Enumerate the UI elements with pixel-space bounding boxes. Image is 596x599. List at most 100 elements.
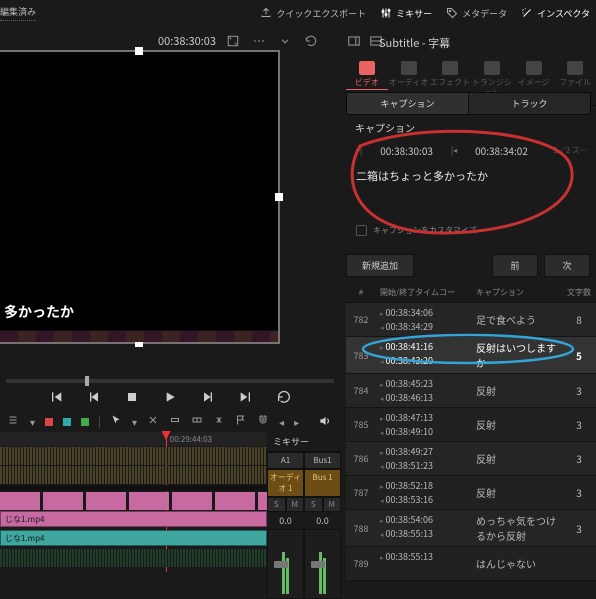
mx-val-1[interactable]: 0.0 — [267, 512, 304, 529]
mx-audio1[interactable]: オーディオ 1 — [267, 469, 304, 497]
mx-mute-2[interactable]: M — [323, 497, 342, 512]
inspector-button[interactable]: インスペクタ — [521, 7, 590, 20]
th-timecode[interactable]: 開始/終了タイムコー — [376, 287, 470, 298]
quick-export-button[interactable]: クイックエクスポート — [260, 7, 366, 20]
prev-button[interactable]: 前 — [492, 254, 538, 277]
audio-track-3[interactable] — [0, 549, 267, 567]
mixer-button[interactable]: ミキサー — [380, 7, 432, 20]
table-row[interactable]: 785▸00:38:47:13◂00:38:49:10反射3 — [346, 408, 596, 442]
table-row[interactable]: 783▸00:38:41:16◂00:38:43:20反射はいつしますか5 — [346, 337, 596, 374]
cell-chars: 3 — [562, 479, 596, 506]
caption-customize-checkbox[interactable] — [356, 225, 367, 236]
audio-track-2[interactable] — [0, 466, 267, 484]
metadata-button[interactable]: メタデータ — [446, 7, 507, 20]
pointer-tool-icon[interactable] — [110, 414, 122, 429]
marker-red-icon[interactable] — [45, 418, 53, 426]
clip-a[interactable]: じな1.mp4 — [0, 511, 267, 527]
cell-timecode: ▸00:38:55:13 — [376, 550, 470, 577]
fader-2[interactable] — [311, 561, 325, 568]
tc-in-arrow-icon[interactable]: ▸| — [356, 145, 362, 156]
th-chars[interactable]: 文字数 — [562, 287, 596, 298]
upload-icon — [260, 7, 272, 19]
th-index[interactable]: # — [346, 287, 376, 298]
tc-out-arrow-icon[interactable]: |◂ — [451, 145, 457, 156]
mx-mute-1[interactable]: M — [286, 497, 305, 512]
section-tab-caption[interactable]: キャプション — [347, 93, 469, 114]
th-caption[interactable]: キャプション — [470, 287, 562, 298]
scrub-handle[interactable] — [85, 376, 89, 386]
chevron-down-icon[interactable]: ▾ — [132, 414, 137, 429]
loop-icon[interactable] — [276, 389, 292, 408]
prev-clip-icon[interactable] — [48, 389, 64, 408]
magnet-icon[interactable] — [257, 414, 269, 429]
table-row[interactable]: 784▸00:38:45:23◂00:38:46:13反射3 — [346, 374, 596, 408]
handle-top[interactable] — [135, 47, 143, 55]
clip-b[interactable]: じな1.mp4 — [0, 530, 267, 546]
table-header: # 開始/終了タイムコー キャプション 文字数 — [346, 283, 596, 303]
chevron-down-icon[interactable] — [277, 33, 293, 49]
step-fwd-icon[interactable] — [200, 389, 216, 408]
marker-green-icon[interactable] — [81, 418, 89, 426]
video-track-1[interactable]: じな1.mp4 — [0, 511, 267, 529]
volume-icon[interactable] — [318, 414, 332, 431]
panel-collapse-icon[interactable] — [346, 33, 362, 49]
timeline-ruler[interactable]: 00:29:44:03 — [0, 432, 267, 446]
mx-solo-2[interactable]: S — [304, 497, 323, 512]
expand-icon[interactable] — [225, 33, 241, 49]
cell-caption: 反射 — [470, 411, 562, 438]
table-row[interactable]: 786▸00:38:49:27◂00:38:51:23反射3 — [346, 442, 596, 476]
timecode-main[interactable]: 00:38:30:03 — [158, 33, 216, 49]
chevron-left-icon[interactable]: ◂ — [279, 414, 284, 429]
mx-val-2[interactable]: 0.0 — [304, 512, 341, 529]
meter-1[interactable] — [267, 529, 304, 599]
scrub-bar[interactable] — [6, 379, 334, 383]
cell-timecode: ▸00:38:41:16◂00:38:43:20 — [376, 340, 470, 370]
audio-track-1[interactable] — [0, 447, 267, 465]
marker-teal-icon[interactable] — [63, 418, 71, 426]
cell-index: 782 — [346, 306, 376, 333]
table-row[interactable]: 787▸00:38:52:18◂00:38:53:16反射3 — [346, 476, 596, 510]
play-icon[interactable] — [162, 389, 178, 408]
video-track-2[interactable]: じな1.mp4 — [0, 530, 267, 548]
dots-icon[interactable] — [251, 33, 267, 49]
next-clip-icon[interactable] — [238, 389, 254, 408]
caption-text-input[interactable]: 二箱はちょっと多かったか — [356, 168, 586, 184]
sliders-icon — [380, 7, 392, 19]
mx-solo-1[interactable]: S — [267, 497, 286, 512]
table-row[interactable]: 789▸00:38:55:13はんじゃない — [346, 547, 596, 581]
caption-tc-row: ▸| 00:38:30:03 |◂ 00:38:34:02 — [356, 143, 528, 158]
cell-chars: 3 — [562, 513, 596, 543]
table-row[interactable]: 782▸00:38:34:06◂00:38:34:29足で食べよう8 — [346, 303, 596, 337]
mx-bus1b[interactable]: Bus 1 — [304, 469, 341, 497]
tc-out-value[interactable]: 00:38:34:02 — [475, 143, 528, 158]
meter-2[interactable] — [304, 529, 341, 599]
blade-tool-icon[interactable] — [147, 414, 159, 429]
link-icon[interactable] — [213, 414, 225, 429]
metadata-label: メタデータ — [462, 7, 507, 20]
cell-chars: 3 — [562, 445, 596, 472]
stop-icon[interactable] — [124, 389, 140, 408]
mx-bus1[interactable]: Bus1 — [304, 452, 341, 469]
subtitle-track[interactable] — [0, 492, 267, 510]
mx-a1[interactable]: A1 — [267, 452, 304, 469]
flag-icon[interactable] — [235, 414, 247, 429]
lines-hint: 1∕2 ス… — [553, 145, 588, 156]
step-back-icon[interactable] — [86, 389, 102, 408]
chevron-right-icon[interactable]: ▸ — [294, 414, 299, 429]
section-tab-track[interactable]: トラック — [469, 93, 590, 114]
caption-label: キャプション — [355, 120, 415, 135]
tc-in-value[interactable]: 00:38:30:03 — [380, 143, 433, 158]
handle-right[interactable] — [275, 193, 283, 201]
refresh-icon[interactable] — [303, 33, 319, 49]
insert-icon[interactable] — [169, 414, 181, 429]
add-button[interactable]: 新規追加 — [346, 254, 414, 277]
viewer[interactable]: 多かったか — [0, 52, 278, 342]
timeline-menu-icon[interactable] — [8, 414, 20, 429]
next-button[interactable]: 次 — [544, 254, 590, 277]
chevron-down-icon[interactable]: ▾ — [30, 414, 35, 429]
overwrite-icon[interactable] — [191, 414, 203, 429]
fader-1[interactable] — [274, 561, 288, 568]
cell-index: 787 — [346, 479, 376, 506]
mixer-label: ミキサー — [396, 7, 432, 20]
table-row[interactable]: 788▸00:38:54:06◂00:38:55:13めっちゃ気をつけるから反射… — [346, 510, 596, 547]
